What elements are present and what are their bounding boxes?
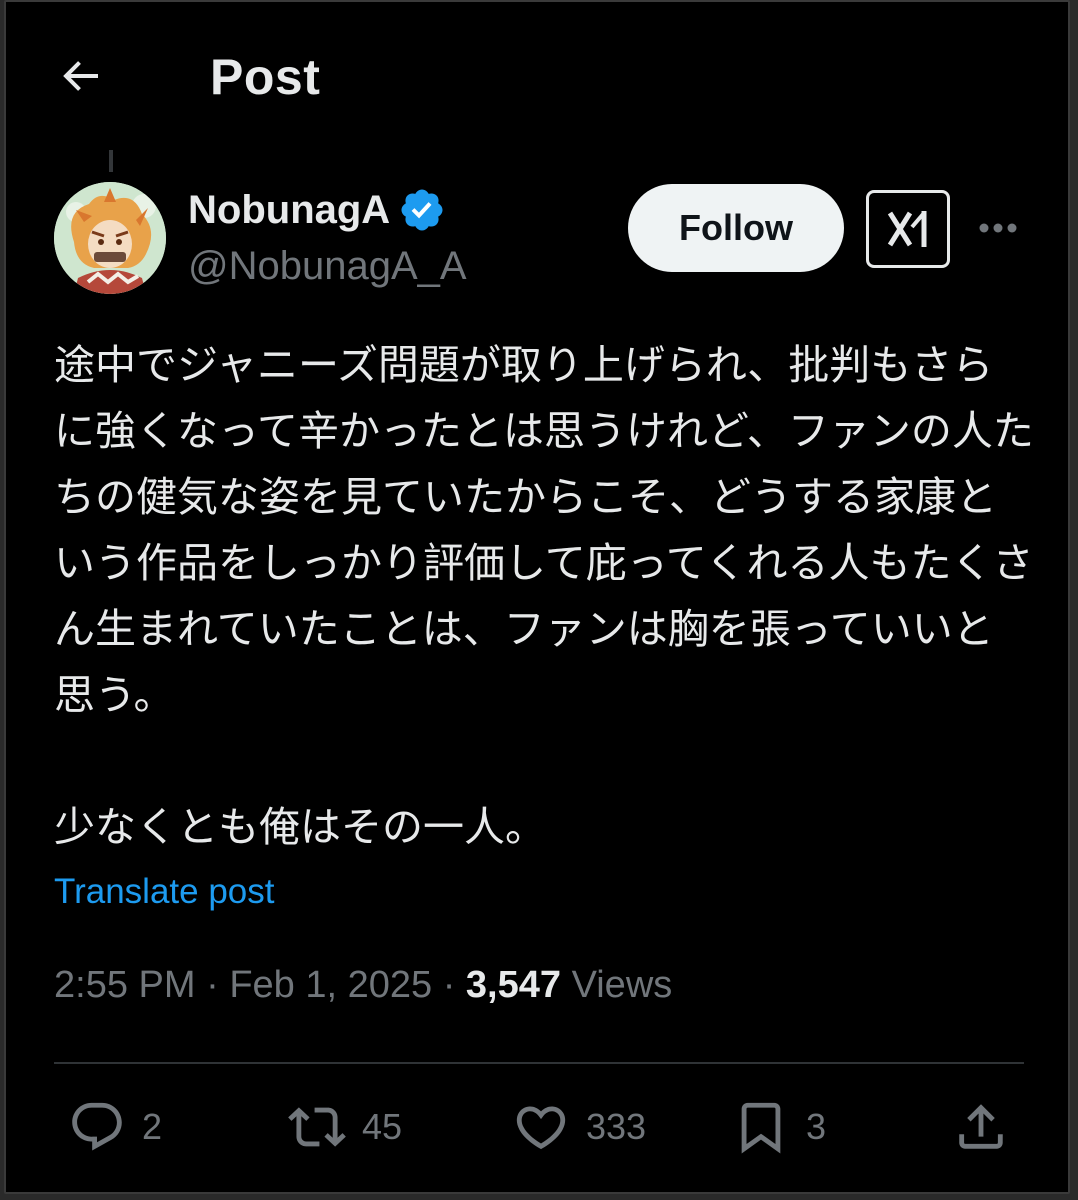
author-handle[interactable]: @NobunagA_A	[188, 244, 467, 289]
grok-button[interactable]	[866, 190, 950, 268]
bookmark-count: 3	[806, 1106, 827, 1147]
repost-button[interactable]: 45	[288, 1098, 402, 1156]
page-title: Post	[210, 49, 321, 105]
post-metadata: 2:55 PM · Feb 1, 2025 · 3,547 Views	[54, 964, 672, 1007]
avatar-illustration-icon	[54, 182, 166, 294]
translate-post-link[interactable]: Translate post	[54, 872, 274, 912]
verified-badge-icon	[401, 189, 443, 231]
avatar[interactable]	[54, 182, 166, 294]
top-bar: Post	[6, 32, 1068, 128]
post-text: 途中でジャニーズ問題が取り上げられ、批判もさらに強くなって辛かったとは思うけれど…	[54, 341, 1034, 851]
back-button[interactable]	[56, 52, 116, 108]
views-label[interactable]: Views	[572, 964, 673, 1006]
like-button[interactable]: 333	[512, 1098, 646, 1156]
views-count[interactable]: 3,547	[466, 964, 561, 1006]
heart-icon	[516, 1106, 566, 1150]
share-button[interactable]	[952, 1098, 1010, 1156]
post-date[interactable]: Feb 1, 2025	[229, 964, 432, 1006]
arrow-left-icon	[63, 61, 98, 91]
grok-icon	[887, 211, 927, 247]
reply-count: 2	[142, 1106, 163, 1147]
author-display-name[interactable]: NobunagA	[188, 188, 390, 233]
post-time[interactable]: 2:55 PM	[54, 964, 196, 1006]
meta-separator: ·	[432, 964, 466, 1006]
author-name-row[interactable]: NobunagA	[188, 186, 446, 234]
bookmark-icon	[741, 1102, 781, 1154]
share-icon	[959, 1104, 1003, 1149]
repost-icon	[288, 1107, 346, 1147]
reply-button[interactable]: 2	[68, 1098, 162, 1156]
post-detail-screen: Post NobunagA @NobunagA_A Follow 途中でジャニー…	[4, 0, 1070, 1194]
reply-icon	[72, 1102, 122, 1151]
meta-separator: ·	[195, 964, 230, 1006]
follow-button[interactable]: Follow	[628, 184, 844, 272]
like-count: 333	[586, 1106, 647, 1147]
more-options-button[interactable]	[972, 208, 1024, 248]
thread-connector	[109, 150, 113, 172]
ellipsis-icon	[979, 223, 1017, 233]
divider	[54, 1062, 1024, 1064]
bookmark-button[interactable]: 3	[732, 1098, 826, 1156]
repost-count: 45	[362, 1106, 403, 1147]
